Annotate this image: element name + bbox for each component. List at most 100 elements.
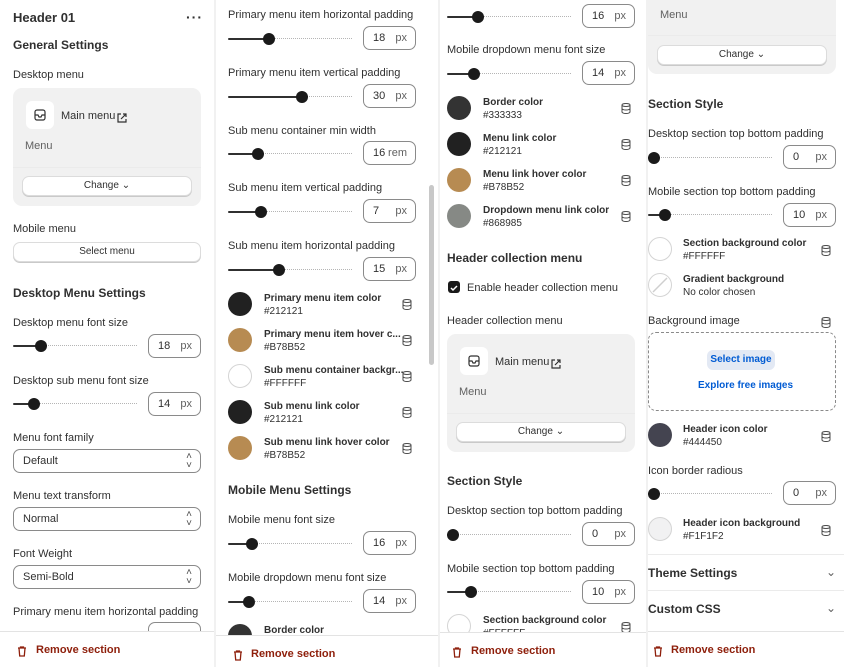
slider-handle [648,488,660,500]
select-menu-button[interactable]: Select menu [13,242,201,262]
sub-menu-v-padding-slider[interactable] [228,205,352,219]
primary-v-padding-input[interactable]: 30 px [363,84,416,108]
mobile-menu-font-size-input[interactable]: 16 px [363,531,416,555]
primary-h-padding-input[interactable]: 18 px [363,26,416,50]
desktop-menu-font-size-label: Desktop menu font size [13,317,128,329]
sub-menu-min-width-slider[interactable] [228,147,352,161]
mobile-padding-slider[interactable] [447,585,571,599]
mobile-menu-font-size-slider[interactable] [228,537,352,551]
external-link-icon[interactable] [551,356,561,374]
database-icon[interactable] [621,209,631,223]
trash-icon[interactable] [452,645,462,663]
select-image-button[interactable]: Select image [707,350,775,370]
color-value: #333333 [483,110,522,121]
explore-images-link[interactable]: Explore free images [698,380,793,391]
slider-handle [246,538,258,550]
desktop-sub-menu-font-size-slider[interactable] [13,397,137,411]
checkbox-checked[interactable] [448,281,460,293]
database-icon[interactable] [402,405,412,419]
mobile-padding-input[interactable]: 10 px [783,203,836,227]
color-swatch[interactable] [648,423,672,447]
top-slider-input[interactable]: 16 px [582,4,635,28]
remove-section-button[interactable]: Remove section [471,645,555,657]
change-menu-button[interactable]: Change ⌄ [657,45,827,65]
database-icon[interactable] [621,620,631,634]
sub-menu-v-padding-input[interactable]: 7 px [363,199,416,223]
desktop-sub-menu-font-size-input[interactable]: 14 px [148,392,201,416]
mobile-padding-slider[interactable] [648,208,772,222]
desktop-padding-slider[interactable] [447,528,571,542]
mobile-padding-input[interactable]: 10 px [582,580,635,604]
primary-h-padding-slider[interactable] [228,32,352,46]
no-color-swatch[interactable] [648,273,672,297]
chevron-down-icon[interactable]: ⌄ [826,565,836,579]
color-swatch[interactable] [447,168,471,192]
database-icon[interactable] [821,243,831,257]
external-link-icon[interactable] [117,110,127,128]
top-slider[interactable] [447,10,571,24]
database-icon[interactable] [402,441,412,455]
database-icon[interactable] [621,101,631,115]
image-dropzone[interactable] [648,332,836,411]
color-swatch[interactable] [447,96,471,120]
mobile-dropdown-font-size-slider[interactable] [228,595,352,609]
mobile-dropdown-font-size-input[interactable]: 14 px [363,589,416,613]
slider-handle [243,596,255,608]
chevron-down-icon[interactable]: ⌄ [826,601,836,615]
slider-label: Primary menu item vertical padding [228,67,401,79]
color-swatch[interactable] [447,132,471,156]
trash-icon[interactable] [653,644,663,662]
main-menu-link[interactable]: Main menu [495,356,549,368]
menu-font-family-select[interactable]: Default ˄ ˅ [13,449,201,473]
color-swatch[interactable] [648,517,672,541]
remove-section-button[interactable]: Remove section [36,644,120,656]
desktop-menu-font-size-input[interactable]: 18 px [148,334,201,358]
desktop-menu-font-size-slider[interactable] [13,339,137,353]
mobile-dropdown-font-size-slider[interactable] [447,67,571,81]
color-swatch[interactable] [447,204,471,228]
mobile-dropdown-font-size-input[interactable]: 14 px [582,61,635,85]
slider-handle [263,33,275,45]
more-horizontal-icon[interactable]: ··· [186,9,202,25]
desktop-padding-input[interactable]: 0 px [783,145,836,169]
color-swatch[interactable] [228,436,252,460]
remove-section-button[interactable]: Remove section [251,648,335,660]
database-icon[interactable] [821,429,831,443]
sub-menu-h-padding-input[interactable]: 15 px [363,257,416,281]
custom-css-toggle[interactable]: Custom CSS [648,602,721,616]
primary-v-padding-slider[interactable] [228,90,352,104]
database-icon[interactable] [402,297,412,311]
icon-border-radius-input[interactable]: 0 px [783,481,836,505]
color-swatch[interactable] [228,400,252,424]
panel-1: Header 01 ··· General Settings Desktop m… [0,0,214,667]
scrollbar[interactable] [429,185,434,365]
slider-label: Sub menu container min width [228,125,376,137]
change-menu-button[interactable]: Change ⌄ [22,176,192,196]
remove-section-button[interactable]: Remove section [671,644,755,656]
database-icon[interactable] [402,333,412,347]
color-swatch[interactable] [228,364,252,388]
color-swatch[interactable] [648,237,672,261]
enable-collection-menu-label[interactable]: Enable header collection menu [467,282,618,294]
database-icon[interactable] [621,173,631,187]
database-icon[interactable] [821,315,831,329]
color-swatch[interactable] [228,328,252,352]
change-menu-button[interactable]: Change ⌄ [456,422,626,442]
trash-icon[interactable] [233,648,243,666]
sub-menu-h-padding-slider[interactable] [228,263,352,277]
desktop-padding-input[interactable]: 0 px [582,522,635,546]
menu-text-transform-select[interactable]: Normal ˄ ˅ [13,507,201,531]
font-weight-select[interactable]: Semi-Bold ˄ ˅ [13,565,201,589]
theme-settings-toggle[interactable]: Theme Settings [648,566,737,580]
desktop-padding-slider[interactable] [648,151,772,165]
database-icon[interactable] [402,369,412,383]
sub-menu-min-width-input[interactable]: 16 rem [363,141,416,165]
database-icon[interactable] [821,523,831,537]
trash-icon[interactable] [17,644,27,662]
color-swatch[interactable] [228,292,252,316]
main-menu-link[interactable]: Main menu [61,110,115,122]
desktop-menu-settings-heading: Desktop Menu Settings [13,286,146,300]
slider-label: Sub menu item vertical padding [228,182,383,194]
icon-border-radius-slider[interactable] [648,487,772,501]
database-icon[interactable] [621,137,631,151]
